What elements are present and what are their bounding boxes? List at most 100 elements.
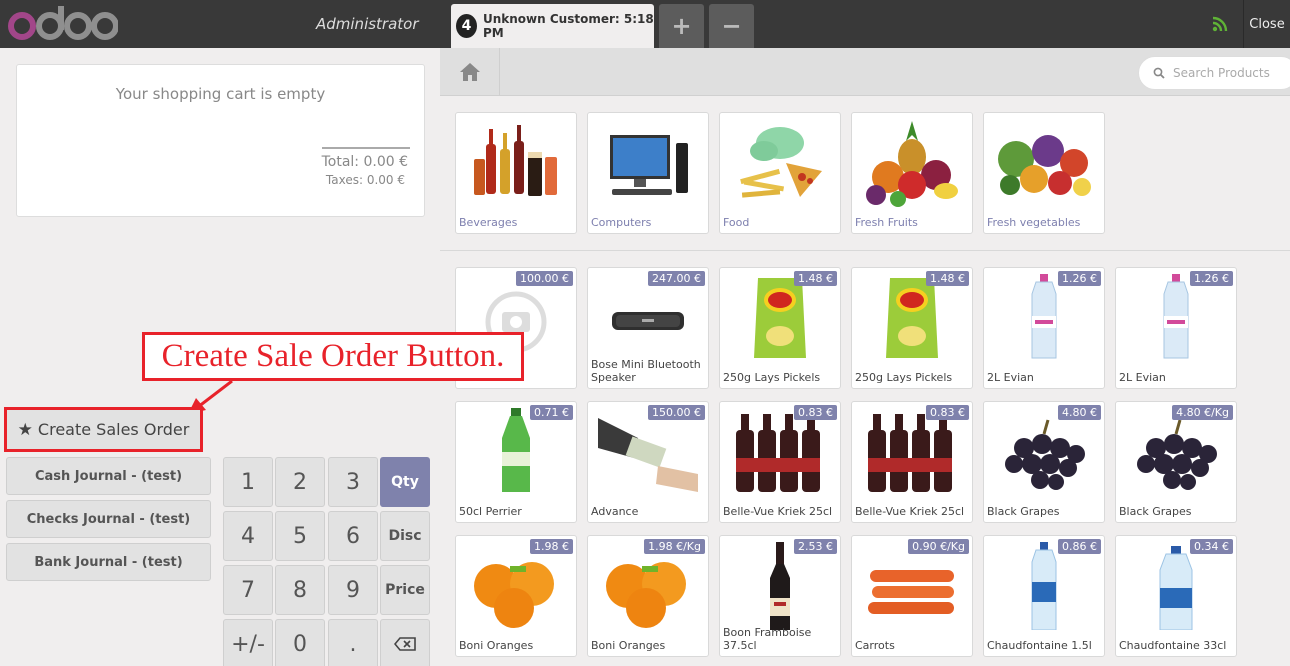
- product-name: 250g Lays Pickels: [723, 371, 821, 384]
- qty-mode-button[interactable]: Qty: [380, 457, 430, 507]
- add-order-button[interactable]: +: [659, 4, 704, 48]
- annotation-text: Create Sale Order Button.: [161, 338, 505, 374]
- product-tile[interactable]: 1.48 € 250g Lays Pickels: [719, 267, 841, 389]
- product-tile[interactable]: 1.98 € Boni Oranges: [455, 535, 577, 657]
- numpad-key-0[interactable]: 0: [275, 619, 325, 666]
- numpad-key-9[interactable]: 9: [328, 565, 378, 615]
- product-name: Carrots: [855, 639, 895, 652]
- product-price: 0.83 €: [926, 405, 969, 420]
- green-bottle-icon: [502, 408, 530, 492]
- chips-bag-icon: [754, 278, 806, 358]
- product-tile[interactable]: 1.26 € 2L Evian: [983, 267, 1105, 389]
- food-icon: [740, 127, 822, 198]
- order-number-badge: 4: [456, 14, 477, 38]
- checks-journal-button[interactable]: Checks Journal - (test): [6, 500, 211, 538]
- product-name: Advance: [591, 505, 639, 518]
- shopping-cart: Your shopping cart is empty Total: 0.00 …: [16, 64, 425, 217]
- product-price: 1.98 €: [530, 539, 573, 554]
- category-name: Fresh Fruits: [855, 216, 918, 229]
- water-bottle-icon: [1159, 546, 1193, 630]
- product-tile[interactable]: 4.80 € Black Grapes: [983, 401, 1105, 523]
- category-beverages[interactable]: Beverages: [455, 112, 577, 234]
- backspace-icon: [394, 637, 416, 651]
- numpad-key-6[interactable]: 6: [328, 511, 378, 561]
- product-price: 2.53 €: [794, 539, 837, 554]
- product-price: 247.00 €: [648, 271, 705, 286]
- carrots-icon: [868, 570, 954, 614]
- numpad-key-dot[interactable]: .: [328, 619, 378, 666]
- speaker-icon: [612, 312, 684, 330]
- category-fresh-fruits[interactable]: Fresh Fruits: [851, 112, 973, 234]
- numpad-key-4[interactable]: 4: [223, 511, 273, 561]
- product-price: 150.00 €: [648, 405, 705, 420]
- product-price: 1.48 €: [794, 271, 837, 286]
- numpad-key-2[interactable]: 2: [275, 457, 325, 507]
- odoo-logo: [6, 4, 118, 42]
- beverages-icon: [474, 125, 557, 196]
- category-name: Computers: [591, 216, 652, 229]
- product-price: 4.80 €/Kg: [1172, 405, 1233, 420]
- water-bottle-icon: [1163, 274, 1189, 359]
- product-tile[interactable]: 0.90 €/Kg Carrots: [851, 535, 973, 657]
- numpad-key-3[interactable]: 3: [328, 457, 378, 507]
- product-tile[interactable]: 247.00 € Bose Mini Bluetooth Speaker: [587, 267, 709, 389]
- create-sales-order-button[interactable]: ★ Create Sales Order: [4, 407, 203, 452]
- product-name: Boni Oranges: [459, 639, 534, 652]
- rss-icon: [1212, 16, 1228, 36]
- close-button[interactable]: Close: [1243, 0, 1290, 48]
- annotation-callout: Create Sale Order Button.: [142, 332, 524, 381]
- product-tile[interactable]: 1.48 € 250g Lays Pickels: [851, 267, 973, 389]
- product-tile[interactable]: 1.98 €/Kg Boni Oranges: [587, 535, 709, 657]
- product-tile[interactable]: 150.00 € Advance: [587, 401, 709, 523]
- user-name: Administrator: [316, 15, 419, 33]
- bank-journal-button[interactable]: Bank Journal - (test): [6, 543, 211, 581]
- product-tile[interactable]: 1.26 € 2L Evian: [1115, 267, 1237, 389]
- water-bottle-icon: [1031, 274, 1057, 359]
- product-tile[interactable]: 0.83 € Belle-Vue Kriek 25cl: [851, 401, 973, 523]
- category-computers[interactable]: Computers: [587, 112, 709, 234]
- cash-hands-icon: [598, 418, 698, 492]
- disc-mode-button[interactable]: Disc: [380, 511, 430, 561]
- wine-bottle-icon: [770, 542, 790, 630]
- numpad-key-7[interactable]: 7: [223, 565, 273, 615]
- product-price: 0.34 €: [1190, 539, 1233, 554]
- numpad-key-8[interactable]: 8: [275, 565, 325, 615]
- cash-journal-button[interactable]: Cash Journal - (test): [6, 457, 211, 495]
- cart-taxes: Taxes: 0.00 €: [325, 173, 405, 187]
- product-name: 2L Evian: [987, 371, 1034, 384]
- product-name: Boon Framboise 37.5cl: [723, 626, 812, 652]
- water-bottle-icon: [1031, 542, 1057, 630]
- category-food[interactable]: Food: [719, 112, 841, 234]
- search-products-field[interactable]: Search Products: [1138, 56, 1290, 90]
- product-name: Chaudfontaine 33cl: [1119, 639, 1227, 652]
- category-fresh-vegetables[interactable]: Fresh vegetables: [983, 112, 1105, 234]
- backspace-button[interactable]: [380, 619, 430, 666]
- product-tile[interactable]: 2.53 € Boon Framboise 37.5cl: [719, 535, 841, 657]
- beer-pack-icon: [868, 414, 952, 492]
- product-tile[interactable]: 0.34 € Chaudfontaine 33cl: [1115, 535, 1237, 657]
- vegetables-icon: [998, 135, 1091, 196]
- price-mode-button[interactable]: Price: [380, 565, 430, 615]
- product-tile[interactable]: 0.71 € 50cl Perrier: [455, 401, 577, 523]
- product-price: 0.83 €: [794, 405, 837, 420]
- product-tile[interactable]: 0.86 € Chaudfontaine 1.5l: [983, 535, 1105, 657]
- product-price: 0.86 €: [1058, 539, 1101, 554]
- top-bar: Administrator 4 Unknown Customer: 5:18 P…: [0, 0, 1290, 48]
- product-tile[interactable]: 0.83 € Belle-Vue Kriek 25cl: [719, 401, 841, 523]
- cart-total: Total: 0.00 €: [321, 154, 408, 170]
- home-button[interactable]: [440, 48, 500, 96]
- computer-icon: [610, 135, 688, 195]
- numpad-key-5[interactable]: 5: [275, 511, 325, 561]
- order-tab[interactable]: 4 Unknown Customer: 5:18 PM: [451, 4, 654, 48]
- home-icon: [459, 63, 480, 81]
- numpad-key-1[interactable]: 1: [223, 457, 273, 507]
- numpad-key-plus-minus[interactable]: +/-: [223, 619, 273, 666]
- product-price: 4.80 €: [1058, 405, 1101, 420]
- remove-order-button[interactable]: −: [709, 4, 754, 48]
- search-icon: [1153, 67, 1165, 79]
- product-name: Black Grapes: [987, 505, 1060, 518]
- product-price: 100.00 €: [516, 271, 573, 286]
- product-name: 50cl Perrier: [459, 505, 522, 518]
- search-input[interactable]: Search Products: [1173, 66, 1270, 80]
- product-tile[interactable]: 4.80 €/Kg Black Grapes: [1115, 401, 1237, 523]
